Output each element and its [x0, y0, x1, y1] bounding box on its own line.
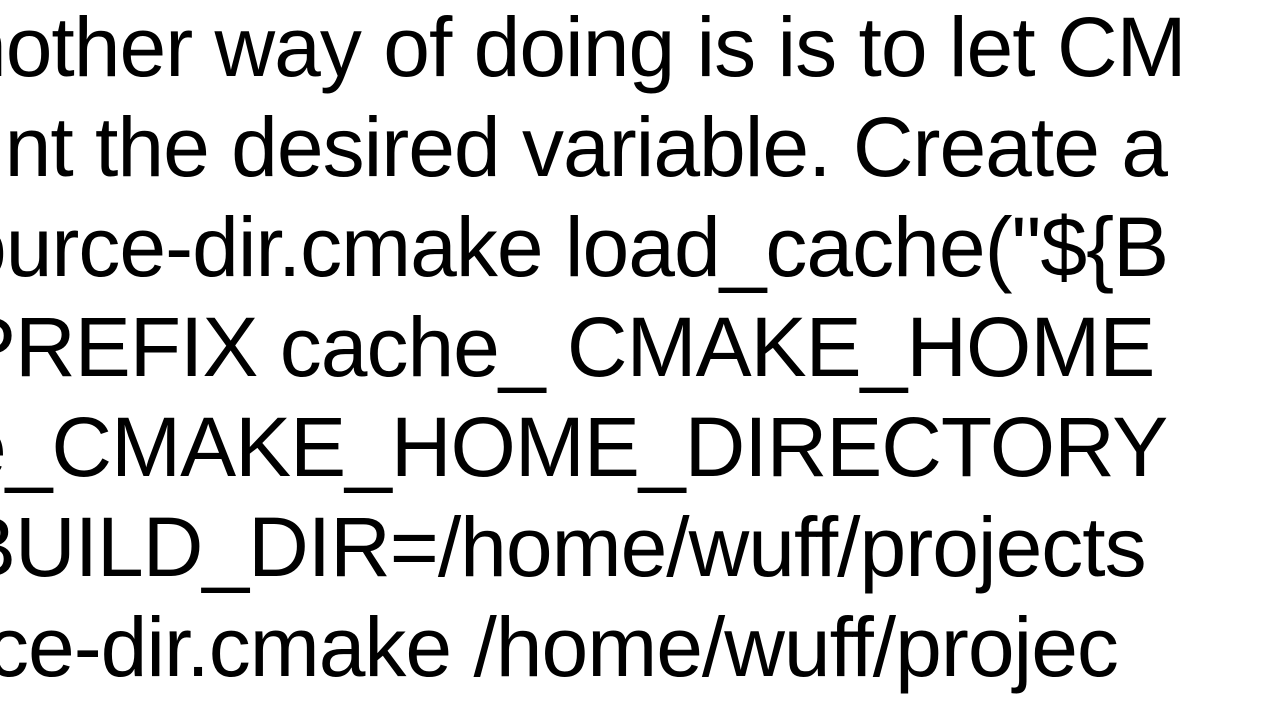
text-line-4: PREFIX cache_ CMAKE_HOME — [0, 298, 1154, 398]
text-block: nother way of doing is is to let CM rint… — [0, 0, 1280, 720]
text-line-7: rce-dir.cmake /home/wuff/projec — [0, 598, 1118, 698]
text-line-2: rint the desired variable. Create a — [0, 98, 1167, 198]
text-line-3: ource-dir.cmake load_cache("${B — [0, 198, 1168, 298]
text-line-6: BUILD_DIR=/home/wuff/projects — [0, 498, 1146, 598]
text-line-5: e_CMAKE_HOME_DIRECTORY — [0, 398, 1167, 498]
text-line-1: nother way of doing is is to let CM — [0, 0, 1186, 98]
